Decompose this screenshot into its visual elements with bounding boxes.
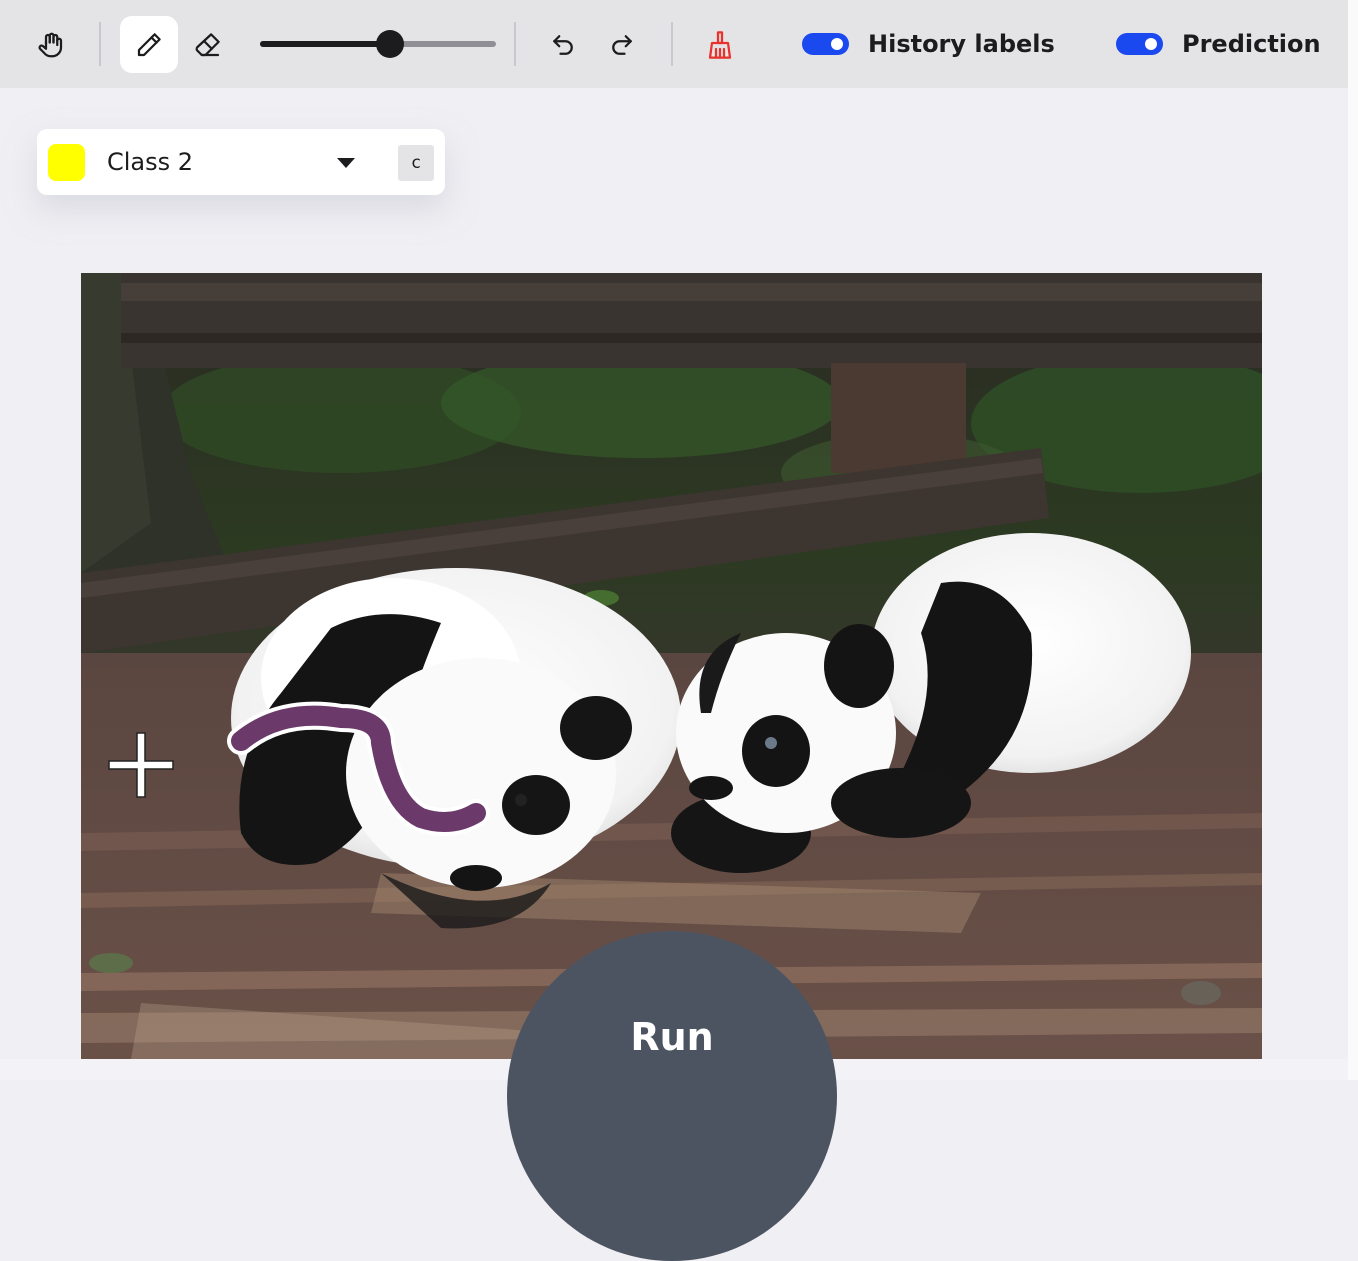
undo-button[interactable]	[534, 16, 592, 73]
class-label: Class 2	[107, 148, 194, 176]
eraser-tool-button[interactable]	[179, 16, 237, 73]
eraser-icon	[195, 32, 220, 56]
toolbar-divider	[99, 22, 101, 66]
redo-button[interactable]	[593, 16, 651, 73]
clear-button[interactable]	[691, 16, 749, 73]
undo-icon	[553, 34, 573, 55]
broom-icon	[708, 30, 732, 59]
slider-fill	[260, 41, 390, 47]
slider-knob[interactable]	[375, 30, 404, 58]
history-labels-label: History labels	[868, 30, 1055, 58]
brush-size-slider[interactable]	[260, 30, 496, 58]
history-labels-toggle[interactable]	[802, 33, 849, 55]
right-edge-strip	[1348, 0, 1358, 1080]
class-color-swatch	[48, 144, 85, 181]
toggle-knob	[831, 38, 843, 50]
brush-tool-button[interactable]	[120, 16, 178, 73]
toolbar: History labels Prediction	[0, 0, 1348, 88]
chevron-down-icon	[337, 158, 355, 168]
redo-icon	[612, 34, 632, 55]
toolbar-divider	[514, 22, 516, 66]
prediction-toggle[interactable]	[1116, 33, 1163, 55]
hand-icon	[38, 32, 63, 57]
pan-tool-button[interactable]	[22, 16, 80, 73]
prediction-label: Prediction	[1182, 30, 1321, 58]
class-selector-dropdown[interactable]: Class 2 c	[37, 129, 445, 195]
toggle-knob	[1145, 38, 1157, 50]
pencil-icon	[137, 32, 161, 56]
toolbar-divider	[671, 22, 673, 66]
shortcut-key-badge: c	[398, 145, 434, 181]
run-button[interactable]: Run	[507, 931, 837, 1261]
run-button-label: Run	[630, 1015, 714, 1059]
